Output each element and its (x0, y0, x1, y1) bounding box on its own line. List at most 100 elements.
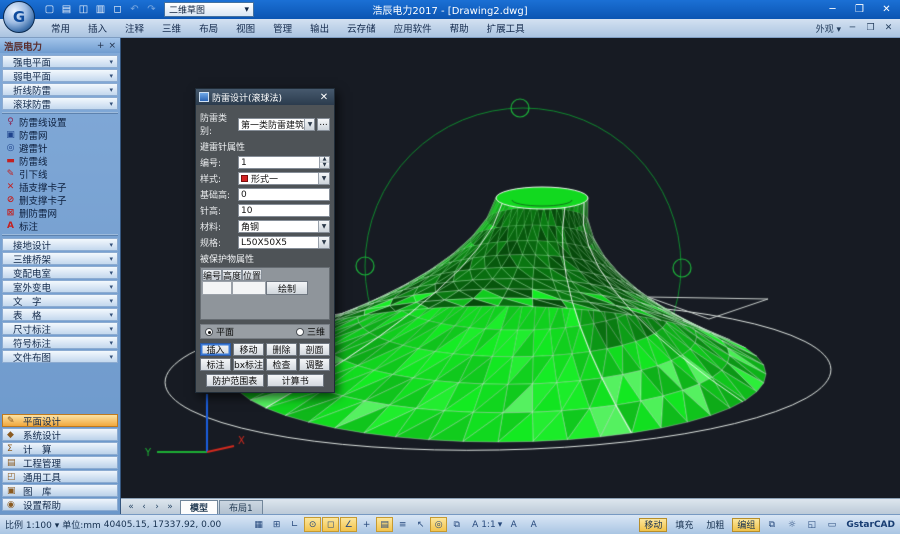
spec-combo[interactable]: L50X50X5 ▼ (238, 236, 330, 249)
grid-icon[interactable]: ⊞ (268, 517, 285, 532)
palette-group[interactable]: 符号标注▾ (2, 336, 118, 349)
redo-icon[interactable]: ↷ (144, 2, 159, 17)
status-toggle[interactable]: 编组 (732, 518, 760, 532)
table-cell[interactable] (202, 281, 232, 295)
more-button[interactable]: ... (317, 118, 330, 131)
palette-group[interactable]: 室外变电▾ (2, 280, 118, 293)
palette-command[interactable]: ⊘ 删支撑卡子 (0, 193, 120, 206)
dialog-button[interactable]: bx标注 (233, 358, 264, 371)
chevron-down-icon[interactable]: ▼ (318, 173, 329, 184)
palette-category[interactable]: Σ 计 算 (2, 442, 118, 455)
palette-command[interactable]: ▣ 防雷网 (0, 128, 120, 141)
status-toggle[interactable]: 填充 (670, 518, 698, 532)
palette-category[interactable]: ✎ 平面设计 (2, 414, 118, 427)
table-header-cell[interactable]: 高度 (222, 269, 242, 281)
palette-command[interactable]: A 标注 (0, 219, 120, 232)
palette-category[interactable]: ◰ 通用工具 (2, 470, 118, 483)
category-combo[interactable]: 第一类防雷建筑 ▼ (238, 118, 315, 131)
doc-close-button[interactable]: ✕ (882, 23, 895, 33)
layout-tab[interactable]: 布局1 (219, 500, 263, 514)
menu-tab[interactable]: 插入 (79, 19, 116, 37)
dialog-button[interactable]: 检查 (266, 358, 297, 371)
dynamic-ucs-icon[interactable]: + (358, 517, 375, 532)
palette-command[interactable]: ✎ 引下线 (0, 167, 120, 180)
menu-tab[interactable]: 帮助 (441, 19, 478, 37)
dialog-button[interactable]: 移动 (233, 343, 264, 356)
palette-group[interactable]: 文件布图▾ (2, 350, 118, 363)
workspace-select[interactable]: 二维草图 ▾ (164, 2, 254, 17)
palette-group[interactable]: 变配电室▾ (2, 266, 118, 279)
table-header-cell[interactable]: 位置 (242, 269, 262, 281)
palette-group[interactable]: 强电平面▾ (2, 55, 118, 68)
chevron-down-icon[interactable]: ▼ (318, 237, 329, 248)
plot-icon[interactable]: ▥ (93, 2, 108, 17)
undo-icon[interactable]: ↶ (127, 2, 142, 17)
palette-close-icon[interactable]: × (108, 41, 116, 51)
palette-command[interactable]: ✕ 插支撑卡子 (0, 180, 120, 193)
save-icon[interactable]: ◫ (76, 2, 91, 17)
palette-category[interactable]: ◆ 系统设计 (2, 428, 118, 441)
doc-minimize-button[interactable]: ─ (846, 23, 859, 33)
annotation-scale[interactable]: A 1:1▾ (472, 520, 502, 530)
tab-nav-arrow-icon[interactable]: › (152, 502, 162, 512)
minimize-button[interactable]: ─ (819, 1, 846, 19)
palette-command[interactable]: ▬ 防雷线 (0, 154, 120, 167)
draw-button[interactable]: 绘制 (266, 281, 308, 295)
base-height-input[interactable]: 0 (238, 188, 330, 201)
dialog-button[interactable]: 标注 (200, 358, 231, 371)
status-toggle[interactable]: 加粗 (701, 518, 729, 532)
appearance-menu[interactable]: 外观 ▾ (816, 22, 841, 35)
dialog-button-wide[interactable]: 计算书 (267, 374, 325, 387)
fullscreen-icon[interactable]: ▭ (823, 517, 840, 532)
new-file-icon[interactable]: ▢ (42, 2, 57, 17)
menu-tab[interactable]: 视图 (227, 19, 264, 37)
clean-screen-icon[interactable]: ◱ (803, 517, 820, 532)
snap-icon[interactable]: ▦ (250, 517, 267, 532)
menu-tab[interactable]: 输出 (301, 19, 338, 37)
layout-tab[interactable]: 模型 (180, 500, 218, 514)
tab-nav-arrow-icon[interactable]: ‹ (139, 502, 149, 512)
menu-tab[interactable]: 三维 (153, 19, 190, 37)
style-combo[interactable]: 形式一 ▼ (238, 172, 330, 185)
open-file-icon[interactable]: ▤ (59, 2, 74, 17)
dialog-button-wide[interactable]: 防护范围表 (206, 374, 264, 387)
palette-group[interactable]: 尺寸标注▾ (2, 322, 118, 335)
palette-group[interactable]: 表 格▾ (2, 308, 118, 321)
select-cycling-icon[interactable]: ↖ (412, 517, 429, 532)
polar-tracking-icon[interactable]: ⊙ (304, 517, 321, 532)
lineweight-icon[interactable]: ≡ (394, 517, 411, 532)
palette-command[interactable]: ⊠ 删防雷网 (0, 206, 120, 219)
palette-category[interactable]: ▤ 工程管理 (2, 456, 118, 469)
quick-properties-icon[interactable]: ⧉ (448, 517, 465, 532)
restore-button[interactable]: ❒ (846, 1, 873, 19)
dialog-button[interactable]: 删除 (266, 343, 297, 356)
object-tracking-icon[interactable]: ∠ (340, 517, 357, 532)
menu-tab[interactable]: 管理 (264, 19, 301, 37)
ortho-icon[interactable]: ∟ (286, 517, 303, 532)
pin-icon[interactable]: + (97, 41, 105, 51)
palette-group[interactable]: 折线防雷▾ (2, 83, 118, 96)
app-logo-icon[interactable]: G (3, 1, 35, 33)
plan-radio[interactable]: 平面 (205, 325, 234, 338)
chevron-down-icon[interactable]: ▼ (304, 119, 315, 130)
menu-tab[interactable]: 注释 (116, 19, 153, 37)
bulb-icon[interactable]: ☼ (783, 517, 800, 532)
dialog-close-icon[interactable]: ✕ (317, 92, 331, 103)
tab-nav-arrow-icon[interactable]: « (126, 502, 136, 512)
palette-command[interactable]: ◎ 避雷针 (0, 141, 120, 154)
palette-category[interactable]: ▣ 图 库 (2, 484, 118, 497)
chevron-down-icon[interactable]: ▼ (318, 221, 329, 232)
scale-indicator[interactable]: 比例 1:100 ▾ (5, 518, 59, 531)
pin-height-input[interactable]: 10 (238, 204, 330, 217)
drawing-canvas[interactable]: 防雷设计(滚球法) ✕ 防雷类别: 第一类防雷建筑 ▼ ... 避雷针属性 (121, 38, 900, 498)
palette-group[interactable]: 滚球防雷▾ (2, 97, 118, 110)
dialog-button[interactable]: 剖面 (299, 343, 330, 356)
dialog-title-bar[interactable]: 防雷设计(滚球法) ✕ (196, 89, 334, 105)
dynamic-input-icon[interactable]: ▤ (376, 517, 393, 532)
switch-window-icon[interactable]: ⧉ (763, 517, 780, 532)
menu-tab[interactable]: 扩展工具 (478, 19, 534, 37)
palette-group[interactable]: 文 字▾ (2, 294, 118, 307)
table-header-cell[interactable]: 编号 (202, 269, 222, 281)
menu-tab[interactable]: 布局 (190, 19, 227, 37)
number-stepper[interactable]: ▲▼ (319, 157, 329, 168)
